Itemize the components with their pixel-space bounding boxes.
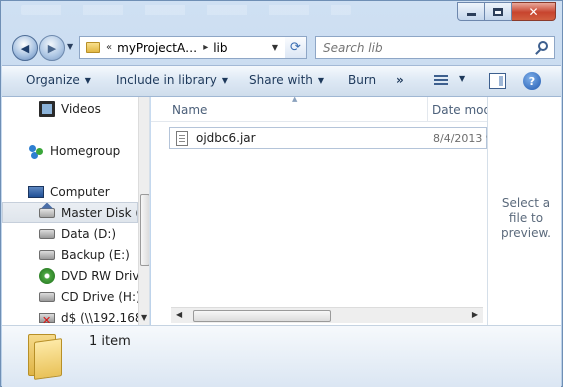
sidebar-item-label: Homegroup xyxy=(50,143,121,158)
refresh-button[interactable]: ⟳ xyxy=(285,36,307,59)
sidebar-item-label: Backup (E:) xyxy=(61,247,130,262)
maximize-icon xyxy=(493,7,503,16)
minimize-icon xyxy=(466,13,476,16)
item-count: 1 item xyxy=(89,334,131,349)
chevron-down-icon: ▼ xyxy=(317,76,325,85)
address-row: ◀ ▶ ▼ « myProjectA… ▸ lib ▼ ⟳ xyxy=(1,31,562,63)
sidebar-item-master-disk[interactable]: Master Disk (C xyxy=(2,202,138,223)
burn-label: Burn xyxy=(348,73,377,87)
forward-arrow-icon: ▶ xyxy=(47,41,57,55)
title-bar: ✕ xyxy=(1,1,562,29)
sidebar-item-label: DVD RW Drive xyxy=(61,268,138,283)
change-view-icon[interactable] xyxy=(434,75,448,87)
sidebar-item-label: CD Drive (H:) xyxy=(61,289,138,304)
system-drive-icon xyxy=(39,207,55,218)
back-arrow-icon: ◀ xyxy=(20,41,30,55)
minimize-button[interactable] xyxy=(457,2,485,21)
navigation-pane: Videos Homegroup Computer Master Disk (C… xyxy=(2,97,150,325)
sidebar-item-data-d[interactable]: Data (D:) xyxy=(2,223,138,244)
recent-pages-dropdown[interactable]: ▼ xyxy=(67,42,77,52)
details-pane: 1 item xyxy=(2,325,561,387)
burn-button[interactable]: Burn xyxy=(348,73,376,87)
sidebar-item-label: Data (D:) xyxy=(61,226,117,241)
jar-file-icon xyxy=(176,130,188,146)
window-controls: ✕ xyxy=(457,2,556,21)
address-history-dropdown[interactable]: ▼ xyxy=(272,43,278,52)
scrollbar-thumb[interactable] xyxy=(140,194,149,266)
overflow-chevron-icon[interactable]: « xyxy=(106,42,112,53)
file-name: ojdbc6.jar xyxy=(196,131,256,145)
sidebar-item-network-drive[interactable]: d$ (\\192.168.1 xyxy=(2,307,138,325)
chevron-down-icon: ▼ xyxy=(221,76,229,85)
preview-message: Select a file to preview. xyxy=(500,196,551,240)
back-button[interactable]: ◀ xyxy=(12,35,38,61)
help-icon: ? xyxy=(528,74,536,88)
file-row[interactable]: ojdbc6.jar 8/4/2013 9 xyxy=(169,127,487,149)
breadcrumb-myprojecta[interactable]: myProjectA… xyxy=(117,41,197,55)
hard-drive-icon xyxy=(39,249,55,260)
search-input[interactable] xyxy=(323,38,523,58)
disconnected-network-drive-icon xyxy=(39,312,55,325)
explorer-window: ✕ ◀ ▶ ▼ « myProjectA… ▸ lib ▼ ⟳ Organize… xyxy=(0,0,563,387)
sidebar-item-cd-drive-h[interactable]: CD Drive (H:) xyxy=(2,286,138,307)
forward-button[interactable]: ▶ xyxy=(39,35,65,61)
folder-icon xyxy=(86,42,100,53)
homegroup-icon xyxy=(28,143,44,159)
file-list: ▲ Name Date mod ojdbc6.jar 8/4/2013 9 ◀ … xyxy=(151,97,487,325)
sidebar-item-label: Master Disk (C xyxy=(61,205,137,220)
folder-front-shape xyxy=(34,338,62,380)
breadcrumb-separator-icon[interactable]: ▸ xyxy=(203,42,208,53)
sidebar-item-label: d$ (\\192.168.1 xyxy=(61,310,138,325)
chevron-down-icon: ▼ xyxy=(84,76,91,85)
column-header-name[interactable]: Name xyxy=(172,103,207,117)
dvd-drive-icon xyxy=(39,267,55,284)
column-divider[interactable] xyxy=(427,97,428,122)
file-date-modified: 8/4/2013 9 xyxy=(433,131,487,145)
hard-drive-icon xyxy=(39,228,55,239)
close-icon: ✕ xyxy=(528,4,539,19)
command-bar: Organize ▼ Include in library ▼ Share with… xyxy=(2,65,561,97)
sidebar-item-label: Videos xyxy=(61,101,101,116)
organize-label: Organize xyxy=(26,73,80,87)
cd-drive-icon xyxy=(39,291,55,302)
navigation-scrollbar[interactable]: ▼ xyxy=(138,97,149,325)
scroll-left-icon[interactable]: ◀ xyxy=(176,310,182,319)
include-in-library-button[interactable]: Include in library ▼ xyxy=(116,73,228,87)
video-library-icon xyxy=(39,100,55,117)
sidebar-item-backup-e[interactable]: Backup (E:) xyxy=(2,244,138,265)
menu-bar-ghost xyxy=(21,5,351,15)
file-list-scrollbar[interactable]: ◀ ▶ xyxy=(171,307,483,323)
sidebar-item-label: Computer xyxy=(50,184,110,199)
folder-icon xyxy=(28,334,62,380)
sort-ascending-icon: ▲ xyxy=(292,97,298,103)
address-bar[interactable]: « myProjectA… ▸ lib ▼ xyxy=(79,36,305,59)
sidebar-item-dvd-rw-drive[interactable]: DVD RW Drive xyxy=(2,265,138,286)
search-icon[interactable] xyxy=(538,41,548,51)
preview-pane: Select a file to preview. xyxy=(487,97,561,325)
scroll-down-icon[interactable]: ▼ xyxy=(141,313,147,322)
share-with-button[interactable]: Share with ▼ xyxy=(249,73,324,87)
search-box xyxy=(315,36,555,59)
scrollbar-thumb[interactable] xyxy=(193,310,331,322)
column-headers: ▲ Name Date mod xyxy=(151,97,487,122)
computer-icon xyxy=(28,185,44,198)
sidebar-item-computer[interactable]: Computer xyxy=(2,181,138,202)
help-button[interactable]: ? xyxy=(523,72,541,90)
breadcrumb-lib[interactable]: lib xyxy=(213,41,227,55)
sidebar-item-videos[interactable]: Videos xyxy=(2,98,138,119)
view-options-dropdown[interactable]: ▼ xyxy=(459,74,465,83)
close-button[interactable]: ✕ xyxy=(512,2,556,21)
preview-pane-icon[interactable] xyxy=(489,73,506,89)
double-chevron-icon: » xyxy=(396,73,404,87)
maximize-button[interactable] xyxy=(485,2,512,21)
toolbar-overflow-button[interactable]: » xyxy=(396,73,404,87)
organize-button[interactable]: Organize ▼ xyxy=(26,73,91,87)
share-with-label: Share with xyxy=(249,73,313,87)
sidebar-item-homegroup[interactable]: Homegroup xyxy=(2,140,138,161)
column-header-date-modified[interactable]: Date mod xyxy=(432,103,487,117)
scroll-right-icon[interactable]: ▶ xyxy=(472,310,478,319)
refresh-icon: ⟳ xyxy=(290,40,301,55)
include-in-library-label: Include in library xyxy=(116,73,217,87)
